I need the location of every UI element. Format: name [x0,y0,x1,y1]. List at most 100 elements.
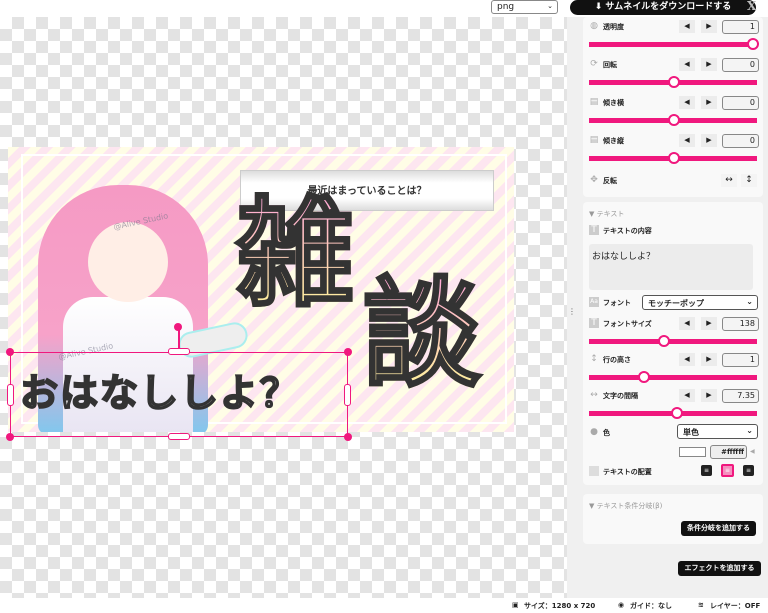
resize-handle-top[interactable] [168,348,190,355]
content-label: テキストの内容 [603,227,652,235]
layer-toggle[interactable]: レイヤー：OFF [710,601,760,611]
content-row: T テキストの内容 [589,224,759,238]
font-value: モッチーポップ [648,299,704,308]
big-text-zatsu[interactable]: 雑 [234,194,355,315]
color-mode-value: 単色 [683,428,699,437]
align-right-button[interactable]: ≡ [743,465,754,476]
increment-button[interactable]: ▶ [701,20,717,33]
color-mode-select[interactable]: 単色 ⌄ [677,424,758,439]
rotate-handle[interactable] [174,323,182,331]
increment-button[interactable]: ▶ [701,353,717,366]
font-size-icon: T [589,318,599,328]
opacity-row: ◍ 透明度 ◀ ▶ 1 [589,20,759,34]
format-select[interactable]: png ⌄ [491,0,558,14]
resize-handle-bottom[interactable] [168,433,190,440]
slider-thumb[interactable] [658,335,670,347]
slider-thumb[interactable] [638,371,650,383]
increment-button[interactable]: ▶ [701,317,717,330]
align-left-button[interactable]: ≡ [701,465,712,476]
condition-section-header[interactable]: ▼ テキスト条件分岐(β) [589,501,662,511]
text-content-input[interactable]: おはなししよ？ [589,244,753,290]
decrement-button[interactable]: ◀ [679,58,695,71]
guide-toggle[interactable]: ガイド：なし [630,601,672,611]
skew-y-row: ▤ 傾き縦 ◀ ▶ 0 [589,134,759,148]
line-height-row: ↕ 行の高さ ◀ ▶ 1 [589,353,759,367]
align-center-button[interactable]: ≡ [721,464,734,477]
add-effect-button[interactable]: エフェクトを追加する [678,561,761,576]
opacity-input[interactable]: 1 [722,20,759,34]
rotation-slider[interactable] [589,76,757,88]
color-swatch[interactable] [679,447,706,457]
align-icon [589,466,599,476]
decrement-button[interactable]: ◀ [679,134,695,147]
rotation-row: ⟳ 回転 ◀ ▶ 0 [589,58,759,72]
resize-handle-right[interactable] [344,384,351,406]
decrement-button[interactable]: ◀ [679,317,695,330]
size-icon: ▣ [512,601,519,609]
decrement-button[interactable]: ◀ [679,353,695,366]
align-label: テキストの配置 [603,468,652,476]
skew-x-slider[interactable] [589,114,757,126]
increment-button[interactable]: ▶ [701,134,717,147]
line-height-label: 行の高さ [603,356,631,364]
download-icon: ⬇ [594,2,606,12]
letter-spacing-slider[interactable] [589,407,757,419]
increment-button[interactable]: ▶ [701,96,717,109]
skew-y-input[interactable]: 0 [722,134,759,148]
font-size-input[interactable]: 138 [722,317,759,331]
chevron-down-icon: ⌄ [547,2,553,10]
decrement-button[interactable]: ◀ [679,20,695,33]
text-icon: T [589,225,599,235]
color-hex-input[interactable]: #ffffff [710,445,747,459]
flip-vertical-button[interactable]: ↕ [741,174,757,187]
move-icon: ✥ [590,175,598,185]
selection-box[interactable] [10,352,348,437]
skew-y-slider[interactable] [589,152,757,164]
opacity-slider[interactable] [589,38,759,50]
letter-spacing-input[interactable]: 7.35 [722,389,759,403]
line-height-slider[interactable] [589,371,757,383]
slider-thumb[interactable] [747,38,759,50]
size-status: サイズ：1280 x 720 [524,602,596,610]
rotation-input[interactable]: 0 [722,58,759,72]
format-value: png [497,2,515,12]
text-section-header[interactable]: ▼ テキスト [589,209,624,219]
opacity-icon: ◍ [590,21,598,31]
skew-icon: ▤ [589,135,599,145]
font-label: フォント [603,299,631,307]
color-label: 色 [603,429,610,437]
line-height-input[interactable]: 1 [722,353,759,367]
top-bar: png ⌄ ⬇ サムネイルをダウンロードする X [0,0,768,17]
chevron-down-icon: ⌄ [746,297,753,306]
download-thumbnail-button[interactable]: ⬇ サムネイルをダウンロードする [570,0,756,15]
increment-button[interactable]: ▶ [701,389,717,402]
resize-handle-tr[interactable] [344,348,352,356]
flip-horizontal-button[interactable]: ↔ [721,174,737,187]
font-size-slider[interactable] [589,335,757,347]
skew-x-input[interactable]: 0 [722,96,759,110]
panel-resize-handle[interactable]: ⋮ [568,307,576,316]
x-share-icon[interactable]: X [747,0,756,13]
font-row: Aa フォント モッチーポップ ⌄ [589,295,759,310]
transform-card: ◍ 透明度 ◀ ▶ 1 ⟳ 回転 ◀ ▶ 0 ▤ 傾き横 ◀ ▶ 0 ▤ 傾き縦 ◀ ▶ 0 ✥ 反転 ↔ ↕ [583,17,763,197]
font-select[interactable]: モッチーポップ ⌄ [642,295,758,310]
resize-handle-tl[interactable] [6,348,14,356]
big-text-dan[interactable]: 談 [361,274,482,395]
decrement-button[interactable]: ◀ [679,96,695,109]
add-condition-button[interactable]: 条件分岐を追加する [681,521,756,536]
resize-handle-left[interactable] [7,384,14,406]
letter-spacing-row: ↔ 文字の間隔 ◀ ▶ 7.35 [589,389,759,403]
skew-x-label: 傾き横 [603,99,624,107]
status-bar: ▣ サイズ：1280 x 720 ◉ ガイド：なし ≋ レイヤー：OFF [0,598,768,613]
color-row: ● 色 単色 ⌄ [589,424,759,440]
slider-thumb[interactable] [671,407,683,419]
layer-icon: ≋ [698,601,704,609]
decrement-button[interactable]: ◀ [679,389,695,402]
resize-handle-br[interactable] [344,433,352,441]
slider-thumb[interactable] [668,76,680,88]
resize-handle-bl[interactable] [6,433,14,441]
skew-y-label: 傾き縦 [603,137,624,145]
slider-thumb[interactable] [668,114,680,126]
increment-button[interactable]: ▶ [701,58,717,71]
slider-thumb[interactable] [668,152,680,164]
